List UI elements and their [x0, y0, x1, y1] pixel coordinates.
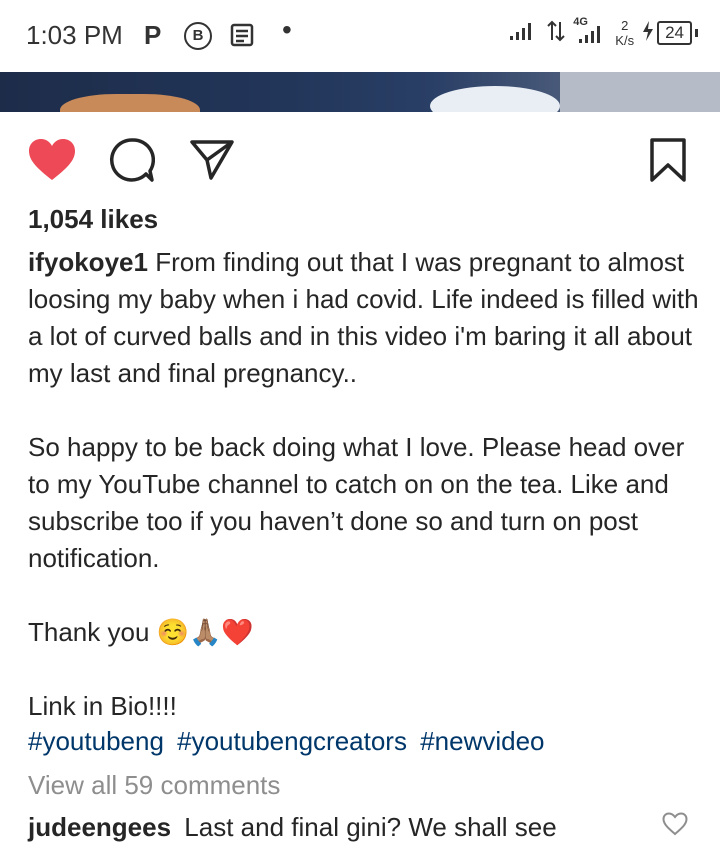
caption-username[interactable]: ifyokoye1	[28, 247, 148, 277]
media-detail	[560, 72, 720, 112]
hashtag-list: #youtubeng #youtubengcreators #newvideo	[28, 726, 551, 757]
post-actions	[0, 136, 720, 186]
status-bar: 1:03 PM P B • 4G 2 K/s 24	[0, 0, 720, 72]
charging-icon	[642, 20, 654, 46]
hashtag-link[interactable]: #newvideo	[420, 726, 544, 756]
heart-icon	[29, 139, 75, 180]
post-caption: ifyokoye1 From finding out that I was pr…	[28, 244, 708, 725]
data-transfer-icon	[547, 19, 565, 48]
battery-indicator: 24	[642, 20, 698, 46]
caption-paragraph: Thank you ☺️🙏🏽❤️	[28, 617, 254, 647]
caption-paragraph: ifyokoye1 From finding out that I was pr…	[28, 244, 708, 392]
comment-preview: judeengees Last and final gini? We shall…	[28, 812, 557, 843]
save-button[interactable]	[644, 136, 692, 184]
battery-tip-icon	[695, 29, 698, 37]
network-4g-icon: 4G	[573, 16, 607, 46]
bookmark-icon	[650, 138, 686, 182]
p-app-icon: P	[144, 20, 162, 50]
media-detail	[430, 86, 560, 112]
view-all-comments-link[interactable]: View all 59 comments	[28, 770, 280, 801]
speed-value: 2	[621, 18, 629, 33]
news-icon	[230, 22, 256, 53]
hashtag-link[interactable]: #youtubeng	[28, 726, 164, 756]
share-button[interactable]	[188, 136, 236, 184]
caption-paragraph: So happy to be back doing what I love. P…	[28, 432, 685, 573]
caption-paragraph: Link in Bio!!!!	[28, 691, 177, 721]
share-icon	[190, 140, 234, 180]
notification-dot-icon: •	[282, 14, 292, 45]
comment-like-button[interactable]	[662, 812, 688, 841]
comment-username[interactable]: judeengees	[28, 812, 171, 842]
likes-count[interactable]: 1,054 likes	[28, 204, 158, 235]
comment-button[interactable]	[108, 136, 156, 184]
like-button[interactable]	[28, 136, 76, 184]
comment-text: Last and final gini? We shall see	[184, 812, 557, 842]
status-time: 1:03 PM	[26, 20, 123, 50]
post-media[interactable]	[0, 72, 720, 112]
heart-outline-icon	[662, 812, 688, 836]
status-right-group: 4G 2 K/s 24	[509, 16, 698, 48]
media-detail	[60, 94, 200, 112]
comment-icon	[109, 138, 155, 182]
battery-level: 24	[657, 21, 692, 45]
b-app-icon: B	[184, 22, 212, 50]
network-speed: 2 K/s	[615, 18, 634, 48]
hashtag-link[interactable]: #youtubengcreators	[177, 726, 407, 756]
signal-icon	[509, 19, 539, 48]
speed-unit: K/s	[615, 33, 635, 48]
